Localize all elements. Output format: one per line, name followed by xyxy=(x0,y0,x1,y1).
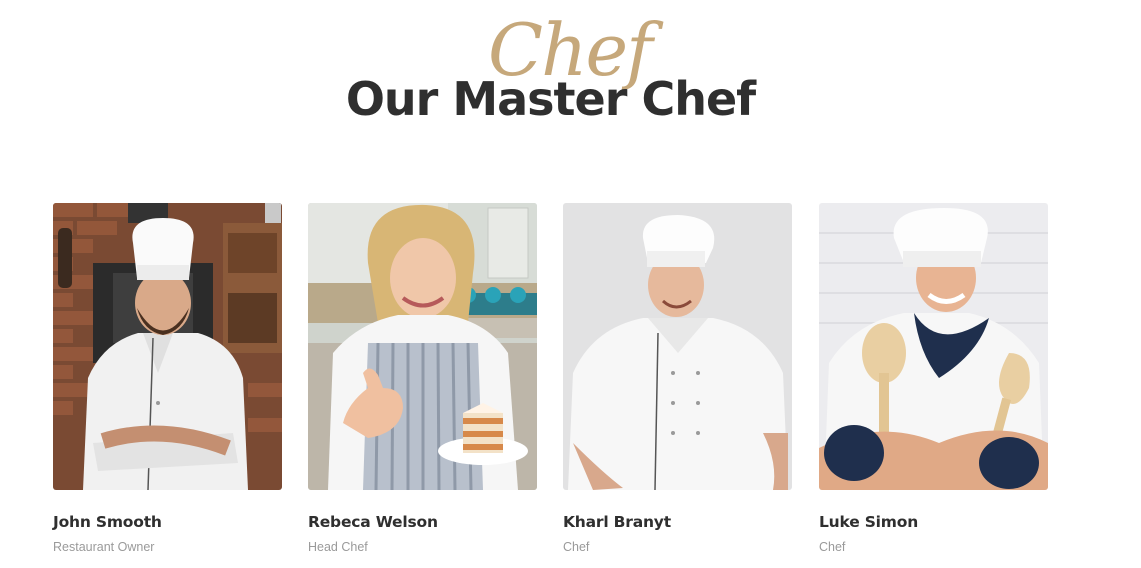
chef-photo[interactable] xyxy=(308,203,537,490)
chef-photo[interactable] xyxy=(53,203,282,490)
chef-role: Restaurant Owner xyxy=(53,540,155,554)
section-title: Our Master Chef xyxy=(345,72,756,126)
chef-photo[interactable] xyxy=(563,203,792,490)
chef-photo[interactable] xyxy=(819,203,1048,490)
team-grid: John Smooth Restaurant Owner Rebeca Wels… xyxy=(53,203,1053,563)
chef-name[interactable]: John Smooth xyxy=(53,513,162,531)
chef-name[interactable]: Kharl Branyt xyxy=(563,513,671,531)
section-heading: Chef Our Master Chef xyxy=(0,0,1141,160)
chef-role: Head Chef xyxy=(308,540,368,554)
chef-name[interactable]: Luke Simon xyxy=(819,513,918,531)
chef-name[interactable]: Rebeca Welson xyxy=(308,513,438,531)
chef-role: Chef xyxy=(563,540,590,554)
chef-role: Chef xyxy=(819,540,846,554)
